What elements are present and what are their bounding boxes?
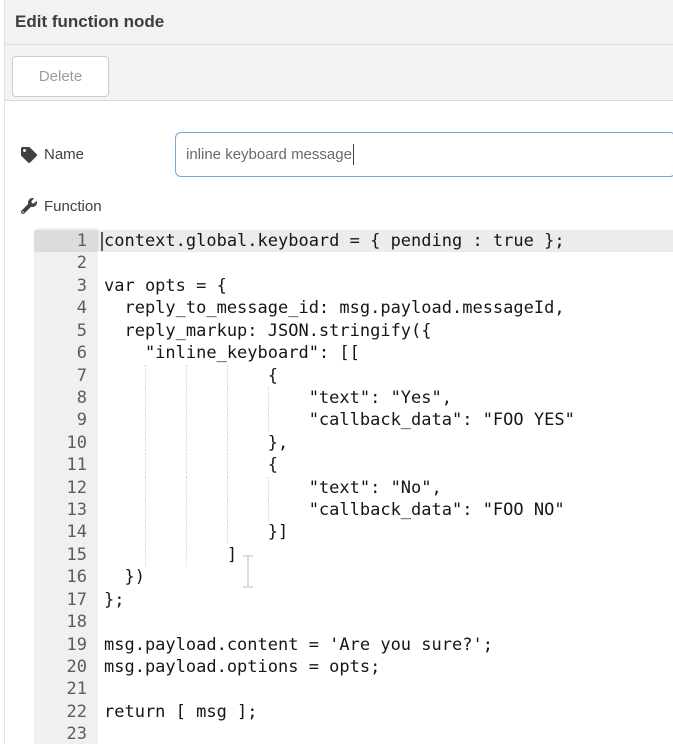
indent-guide [186,499,187,521]
dialog-title: Edit function node [5,0,164,44]
code-line[interactable]: }) [98,566,673,588]
code-line[interactable]: }, [98,432,673,454]
indent-guide [145,387,146,409]
name-input[interactable]: inline keyboard message [175,132,673,177]
line-number[interactable]: 6 [34,342,98,364]
line-number[interactable]: 11 [34,454,98,476]
function-label: Function [44,198,102,215]
line-number[interactable]: 15 [34,544,98,566]
line-number[interactable]: 3 [34,275,98,297]
indent-guide [186,454,187,476]
line-number[interactable]: 22 [34,701,98,723]
code-line[interactable] [98,611,673,633]
indent-guide [227,477,228,499]
line-number[interactable]: 13 [34,499,98,521]
code-line[interactable]: "callback_data": "FOO NO" [98,499,673,521]
code-line[interactable]: var opts = { [98,275,673,297]
code-line[interactable]: ] [98,544,673,566]
code-line[interactable]: "text": "Yes", [98,387,673,409]
delete-button[interactable]: Delete [12,56,109,97]
indent-guide [186,409,187,431]
line-number[interactable]: 2 [34,252,98,274]
line-number[interactable]: 18 [34,611,98,633]
name-input-value: inline keyboard message [186,146,352,163]
indent-guide [186,387,187,409]
indent-guide [227,409,228,431]
editor-code-area[interactable]: context.global.keyboard = { pending : tr… [98,228,673,744]
indent-guide [268,409,269,431]
code-line[interactable]: reply_markup: JSON.stringify({ [98,320,673,342]
indent-guide [145,432,146,454]
indent-guide [186,432,187,454]
line-number[interactable]: 1 [34,230,98,252]
function-code-editor[interactable]: 1234567891011121314151617181920212223 co… [34,228,673,744]
line-number[interactable]: 10 [34,432,98,454]
dialog-form: Name inline keyboard message Function 12… [5,101,673,744]
code-line[interactable]: { [98,454,673,476]
line-number[interactable]: 20 [34,656,98,678]
code-line[interactable]: msg.payload.content = 'Are you sure?'; [98,634,673,656]
tag-icon [21,147,37,163]
indent-guide [227,521,228,543]
code-line[interactable] [98,678,673,700]
line-number[interactable]: 8 [34,387,98,409]
code-line[interactable]: "text": "No", [98,477,673,499]
indent-guide [145,365,146,387]
indent-guide [145,499,146,521]
function-field-label: Function [21,196,102,216]
indent-guide [186,521,187,543]
code-line[interactable]: "inline_keyboard": [[ [98,342,673,364]
code-line[interactable]: }] [98,521,673,543]
code-line[interactable]: msg.payload.options = opts; [98,656,673,678]
mouse-ibeam-cursor [241,555,255,588]
code-line[interactable] [98,252,673,274]
indent-guide [145,544,146,566]
line-number[interactable]: 16 [34,566,98,588]
indent-guide [227,365,228,387]
editor-caret [101,232,103,251]
line-number[interactable]: 14 [34,521,98,543]
name-field-label: Name [21,132,84,177]
indent-guide [268,499,269,521]
line-number[interactable]: 19 [34,634,98,656]
indent-guide [145,477,146,499]
indent-guide [145,521,146,543]
indent-guide [227,499,228,521]
line-number[interactable]: 7 [34,365,98,387]
code-line[interactable] [98,723,673,744]
code-line[interactable]: "callback_data": "FOO YES" [98,409,673,431]
indent-guide [186,477,187,499]
code-line[interactable]: reply_to_message_id: msg.payload.message… [98,297,673,319]
indent-guide [227,432,228,454]
indent-guide [227,387,228,409]
indent-guide [186,544,187,566]
wrench-icon [21,198,37,214]
indent-guide [268,387,269,409]
code-line[interactable]: }; [98,589,673,611]
dialog-toolbar: Delete [5,45,673,101]
line-number[interactable]: 23 [34,723,98,745]
line-number[interactable]: 4 [34,297,98,319]
line-number[interactable]: 21 [34,678,98,700]
edit-function-node-dialog: Edit function node Delete Name inline ke… [4,0,673,744]
editor-gutter[interactable]: 1234567891011121314151617181920212223 [34,228,98,744]
code-line[interactable]: return [ msg ]; [98,701,673,723]
line-number[interactable]: 17 [34,589,98,611]
indent-guide [268,477,269,499]
line-number[interactable]: 5 [34,320,98,342]
line-number[interactable]: 9 [34,409,98,431]
code-line[interactable]: { [98,365,673,387]
indent-guide [145,409,146,431]
indent-guide [186,365,187,387]
indent-guide [145,454,146,476]
indent-guide [227,454,228,476]
text-caret [353,144,354,165]
dialog-header: Edit function node [5,0,673,45]
code-line[interactable]: context.global.keyboard = { pending : tr… [98,230,673,252]
line-number[interactable]: 12 [34,477,98,499]
name-label: Name [44,146,84,163]
